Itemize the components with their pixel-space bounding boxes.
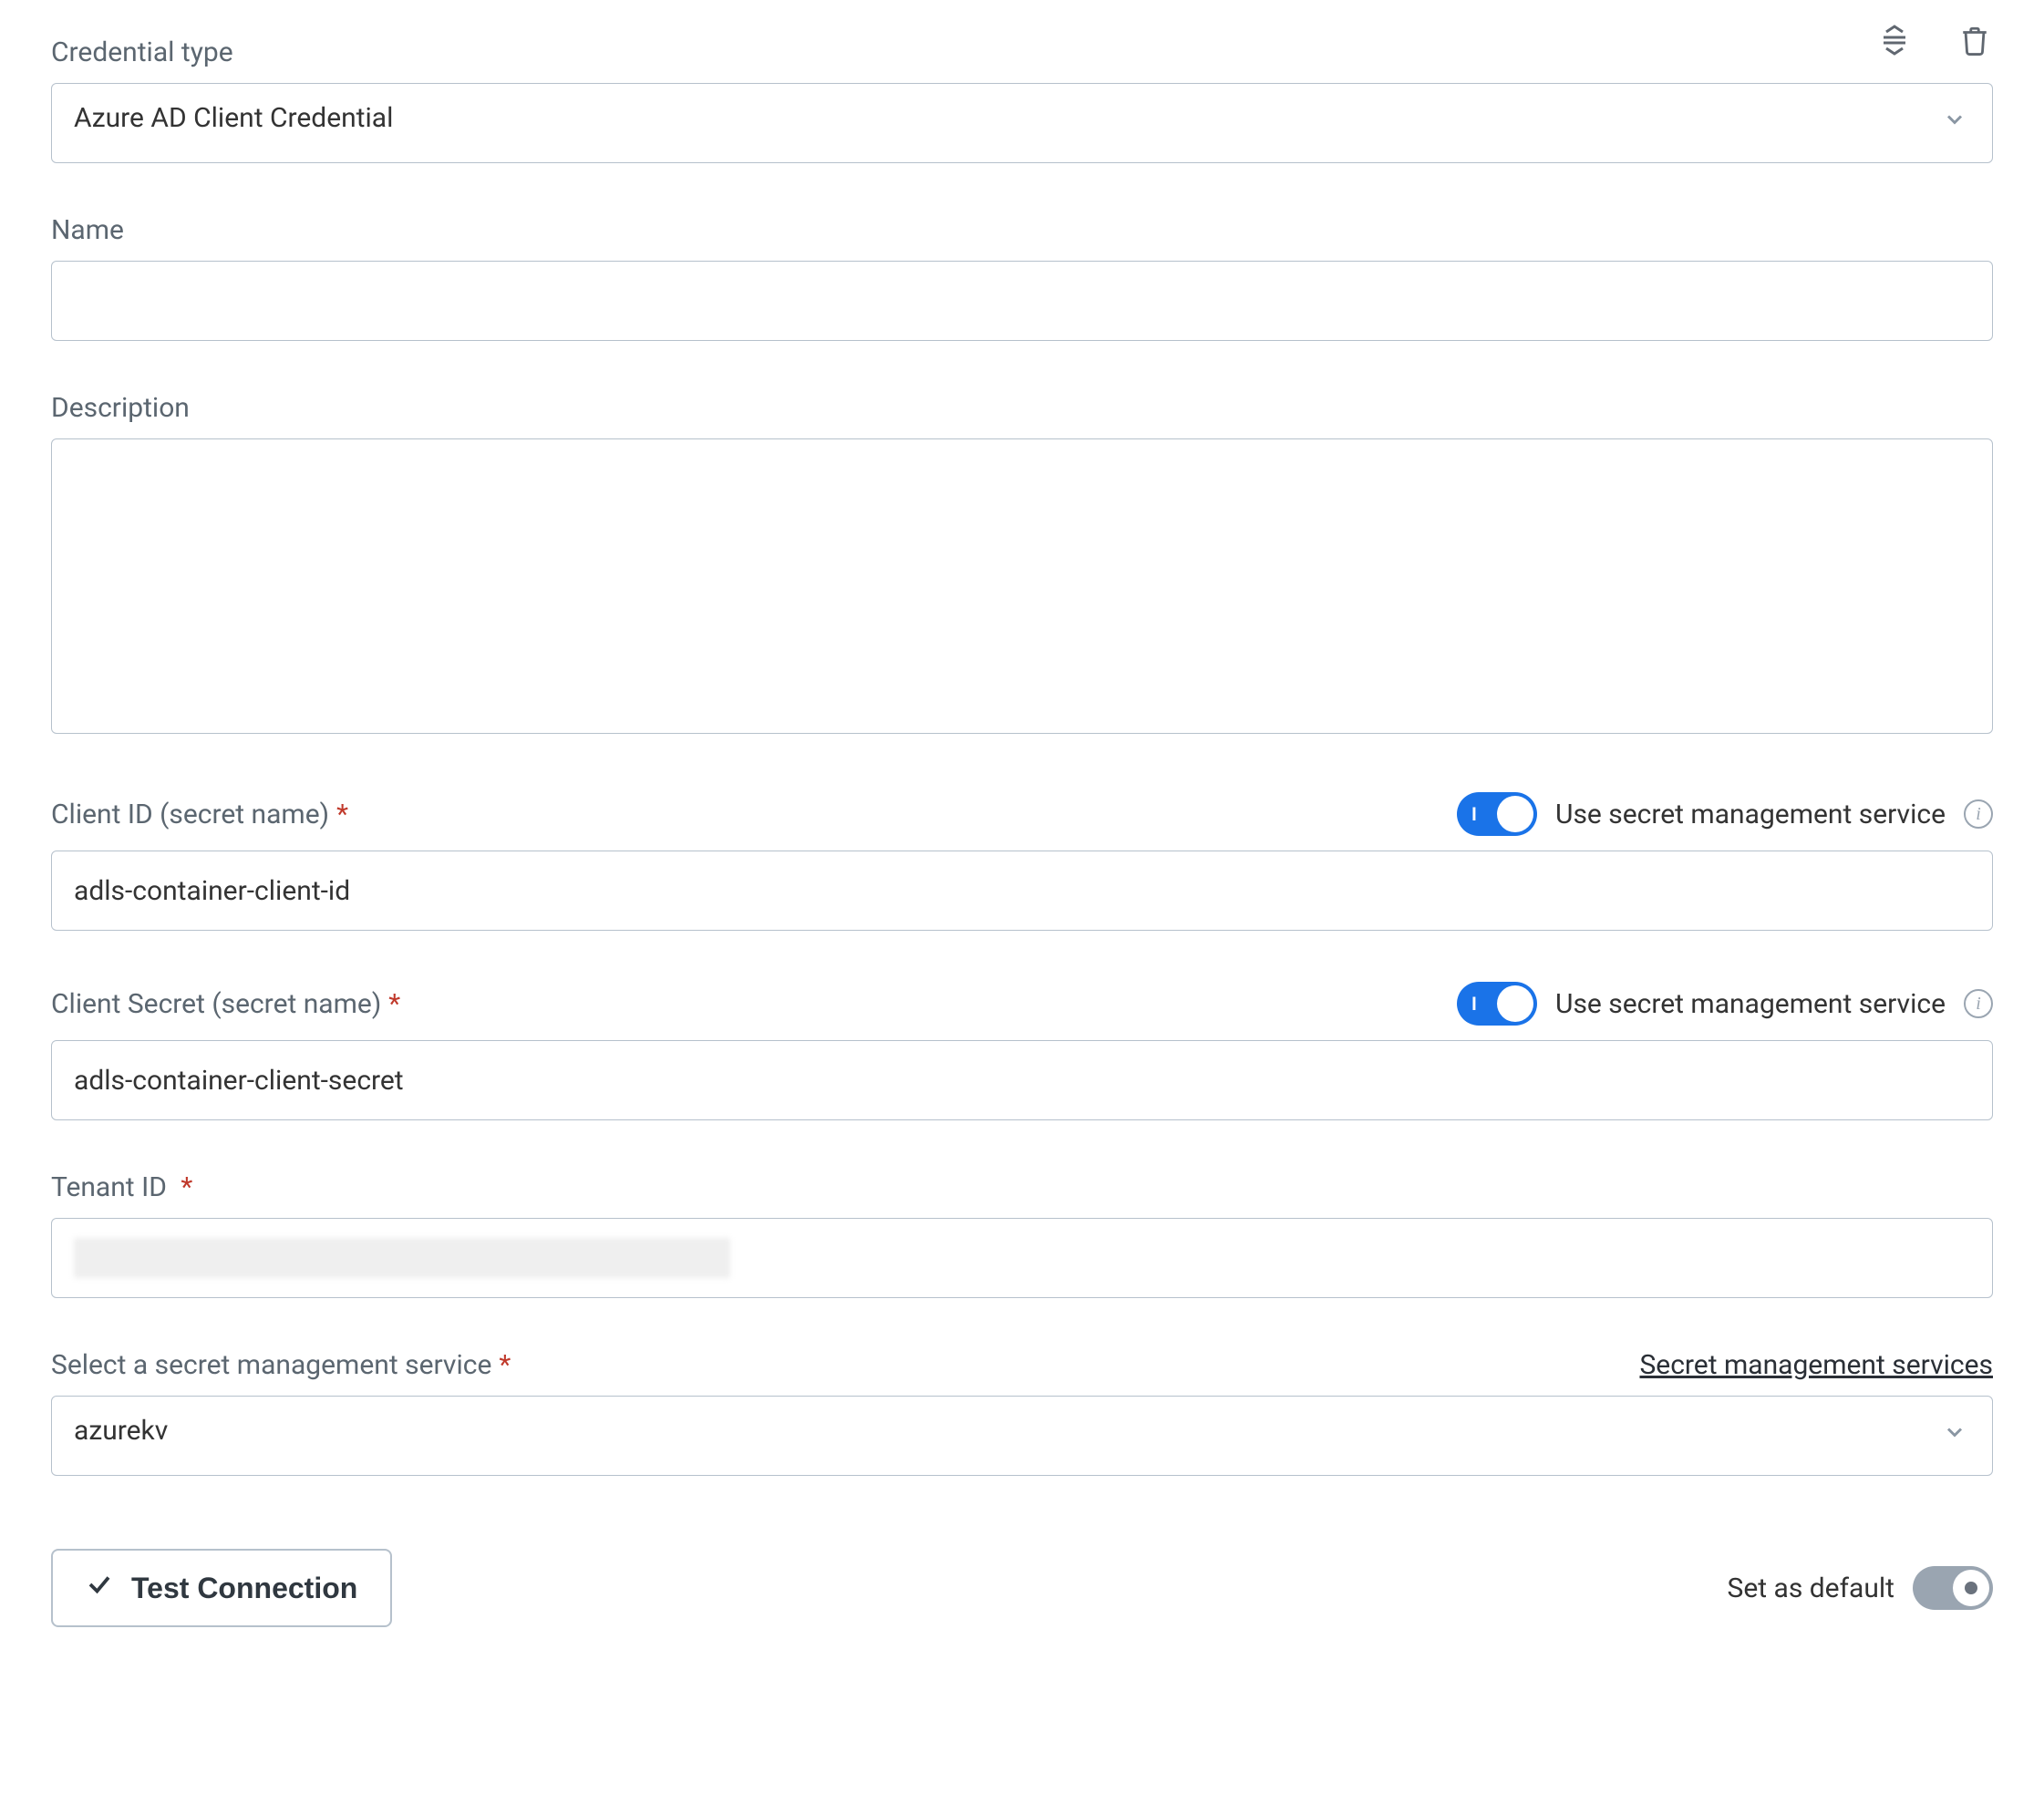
client-id-input[interactable] [51,851,1993,931]
set-default-label: Set as default [1728,1572,1894,1604]
field-secret-service: Select a secret management service * Sec… [51,1349,1993,1476]
tenant-id-redacted-value [74,1238,730,1278]
client-secret-toggle-label: Use secret management service [1555,988,1946,1020]
client-secret-input[interactable] [51,1040,1993,1120]
credential-type-label: Credential type [51,36,1993,68]
required-asterisk: * [181,1171,192,1203]
field-client-secret: Client Secret (secret name) * I Use secr… [51,982,1993,1120]
field-tenant-id: Tenant ID * [51,1171,1993,1298]
tenant-id-input[interactable] [51,1218,1993,1298]
secret-service-value: azurekv [74,1415,168,1447]
client-secret-toggle-row: I Use secret management service i [1457,982,1993,1026]
field-credential-type: Credential type Azure AD Client Credenti… [51,36,1993,163]
check-icon [86,1571,113,1605]
top-right-actions [1876,22,1993,58]
client-id-secret-toggle[interactable]: I [1457,792,1537,836]
credential-form: Credential type Azure AD Client Credenti… [0,0,2044,1682]
form-footer: Test Connection Set as default [51,1549,1993,1627]
client-secret-label-row: Client Secret (secret name) * I Use secr… [51,982,1993,1026]
test-connection-button[interactable]: Test Connection [51,1549,392,1627]
client-id-label-row: Client ID (secret name) * I Use secret m… [51,792,1993,836]
delete-icon[interactable] [1956,22,1993,58]
secret-service-label-row: Select a secret management service * Sec… [51,1349,1993,1381]
field-description: Description [51,392,1993,741]
required-asterisk: * [499,1349,511,1381]
credential-type-select[interactable]: Azure AD Client Credential [51,83,1993,163]
secret-management-services-link[interactable]: Secret management services [1639,1349,1993,1381]
info-icon[interactable]: i [1964,989,1993,1018]
secret-service-label: Select a secret management service [51,1349,491,1381]
secret-service-select[interactable]: azurekv [51,1396,1993,1476]
field-name: Name [51,214,1993,341]
client-secret-label: Client Secret (secret name) [51,988,381,1020]
client-secret-secret-toggle[interactable]: I [1457,982,1537,1026]
name-label: Name [51,214,1993,246]
credential-type-select-wrap: Azure AD Client Credential [51,83,1993,163]
client-id-label: Client ID (secret name) [51,799,329,830]
credential-type-value: Azure AD Client Credential [74,102,393,134]
set-default-row: Set as default [1728,1566,1993,1610]
test-connection-label: Test Connection [131,1572,357,1605]
required-asterisk: * [336,799,348,830]
secret-service-select-wrap: azurekv [51,1396,1993,1476]
required-asterisk: * [388,988,400,1020]
name-input[interactable] [51,261,1993,341]
client-id-toggle-label: Use secret management service [1555,799,1946,830]
description-label: Description [51,392,1993,424]
set-default-toggle[interactable] [1913,1566,1993,1610]
field-client-id: Client ID (secret name) * I Use secret m… [51,792,1993,931]
client-id-toggle-row: I Use secret management service i [1457,792,1993,836]
info-icon[interactable]: i [1964,799,1993,829]
collapse-icon[interactable] [1876,22,1913,58]
tenant-id-label: Tenant ID [51,1171,167,1203]
description-textarea[interactable] [51,438,1993,734]
